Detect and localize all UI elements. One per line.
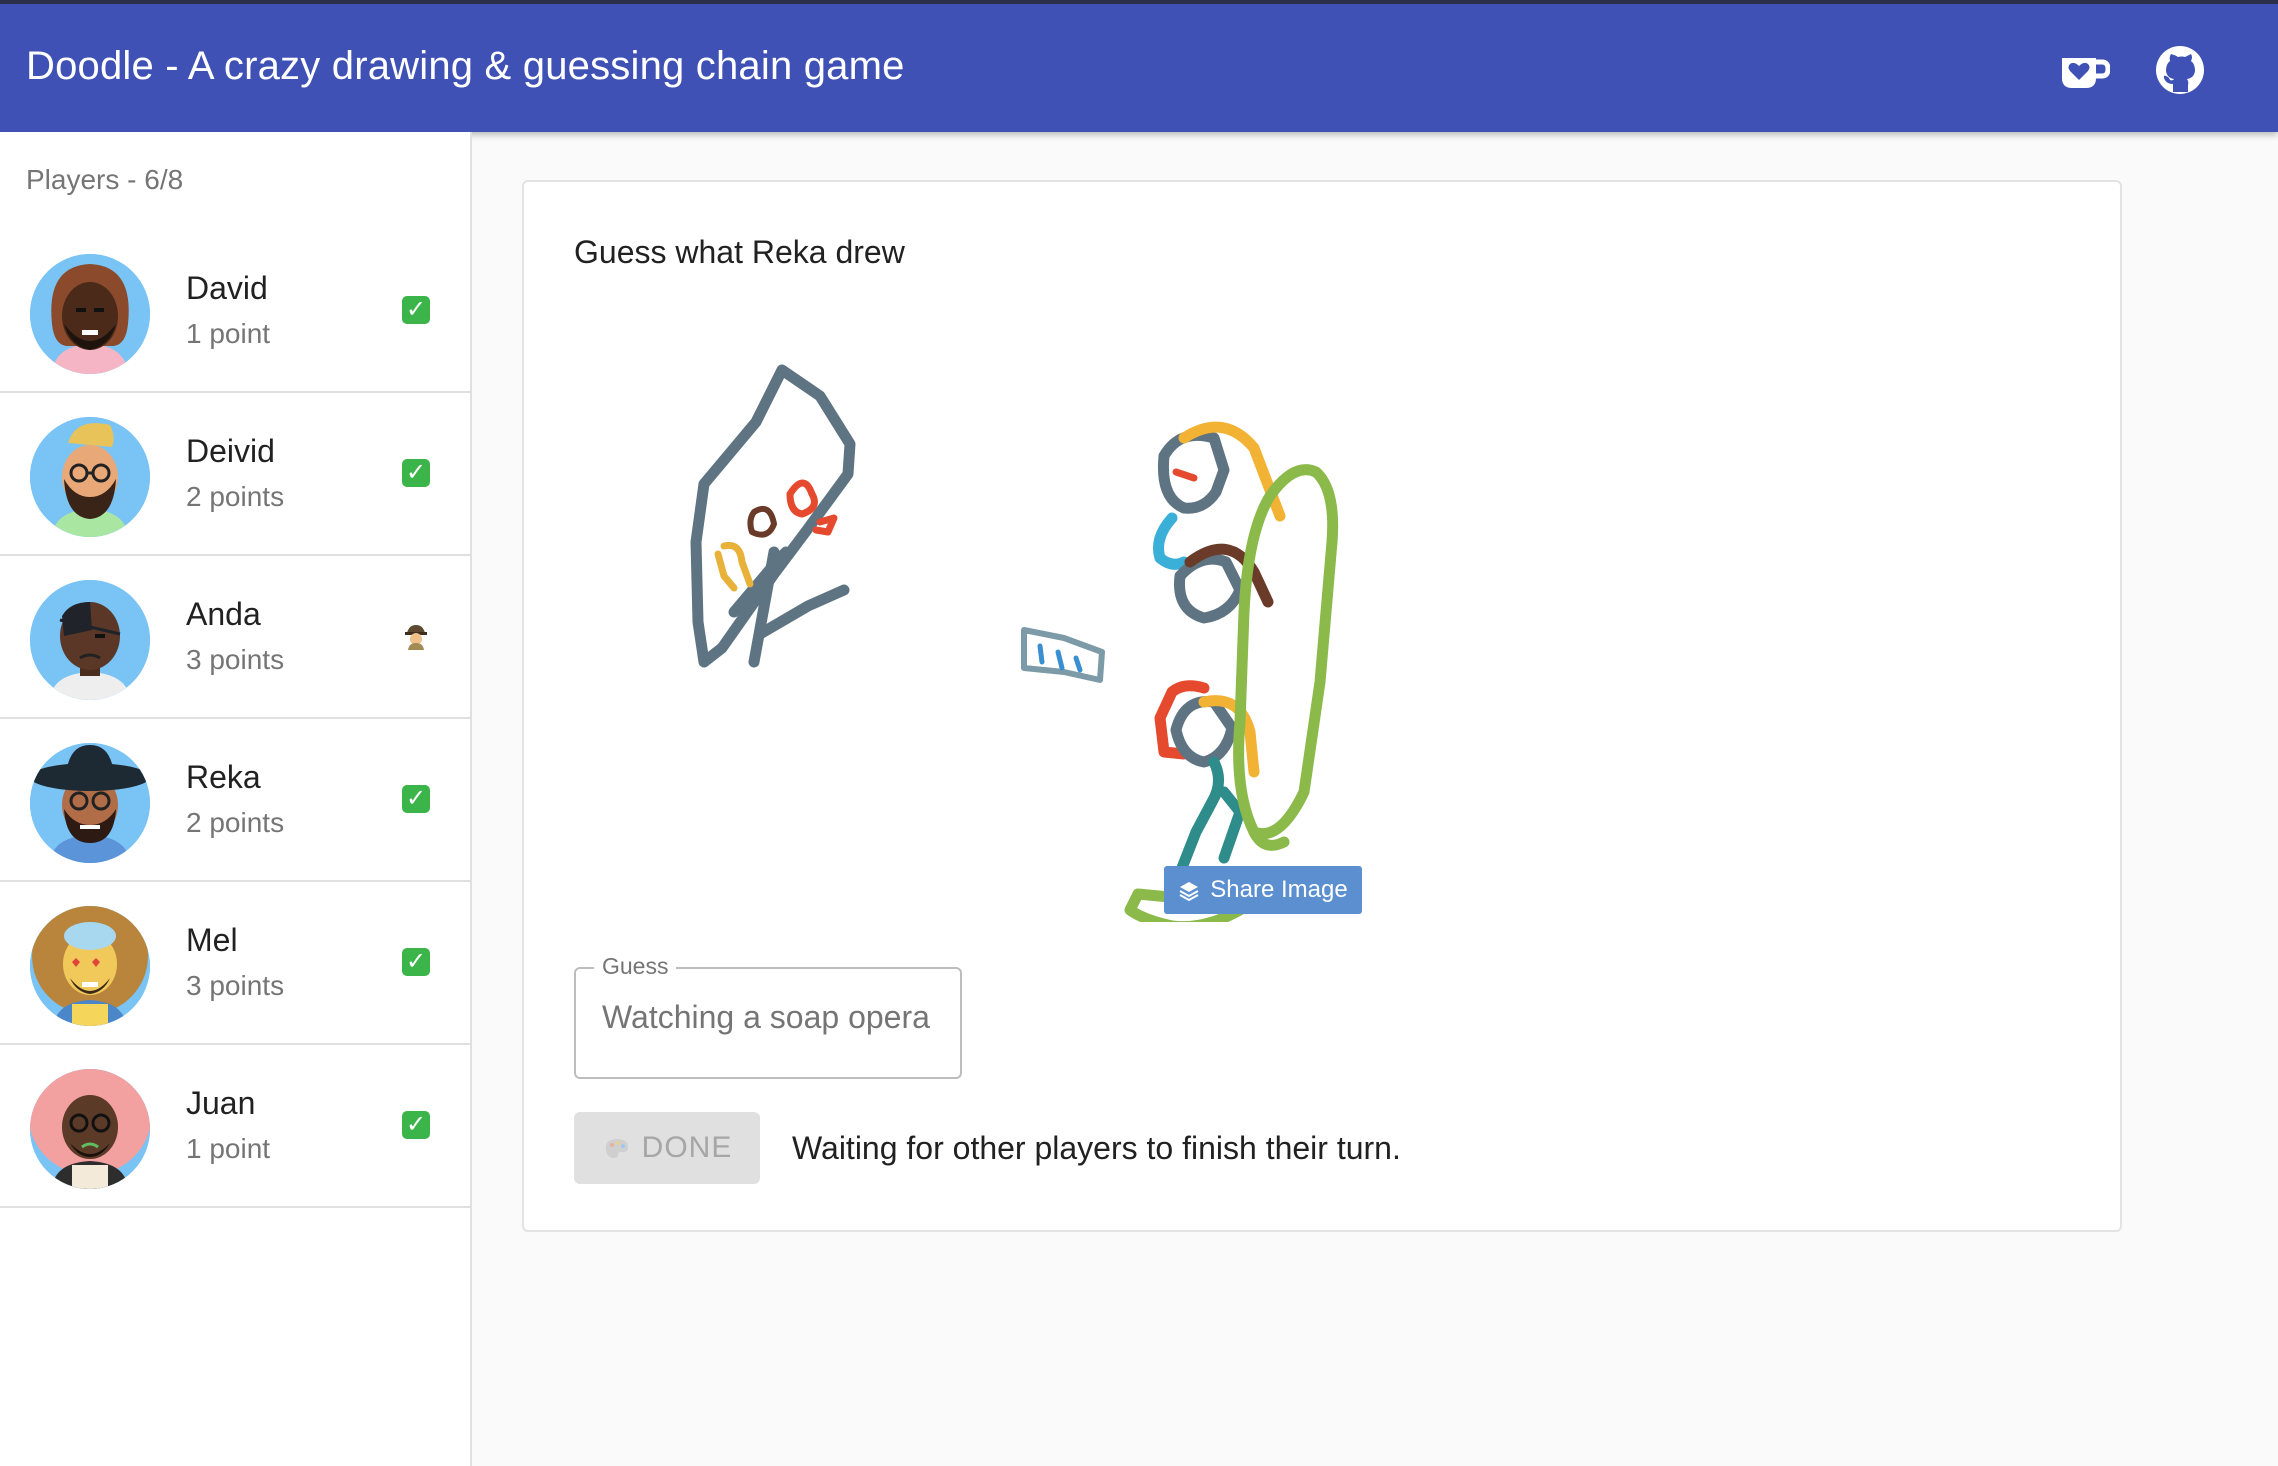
- avatar: [30, 743, 150, 863]
- player-name: Deivid: [186, 433, 275, 469]
- layers-icon: [1179, 882, 1199, 901]
- check-icon: ✓: [402, 296, 430, 324]
- drawing-canvas: [564, 362, 1464, 933]
- guess-field: Guess: [574, 953, 962, 1079]
- done-label: DONE: [641, 1131, 733, 1164]
- player-name: Mel: [186, 922, 238, 958]
- check-icon: ✓: [402, 948, 430, 976]
- guess-prompt: Guess what Reka drew: [574, 234, 905, 270]
- github-icon[interactable]: [2154, 44, 2206, 96]
- guess-input[interactable]: [602, 999, 942, 1036]
- player-points: 3 points: [186, 970, 285, 1001]
- player-name: Reka: [186, 759, 261, 795]
- players-sidebar: Players - 6/8 David 1 point ✓ Deivid 2 p…: [0, 132, 472, 1466]
- share-image-button[interactable]: Share Image: [1164, 866, 1362, 914]
- player-name: David: [186, 270, 268, 306]
- app-title: Doodle - A crazy drawing & guessing chai…: [26, 44, 905, 88]
- coffee-heart-icon[interactable]: [2058, 44, 2111, 96]
- guess-label: Guess: [594, 953, 677, 980]
- player-row: Deivid 2 points ✓: [0, 393, 470, 556]
- player-points: 1 point: [186, 318, 271, 349]
- avatar: [30, 254, 150, 374]
- player-points: 1 point: [186, 1133, 271, 1164]
- avatar: [30, 906, 150, 1026]
- player-row: Anda 3 points: [0, 556, 470, 719]
- player-points: 2 points: [186, 481, 285, 512]
- player-name: Juan: [186, 1085, 256, 1121]
- palette-icon: [605, 1139, 628, 1158]
- avatar: [30, 580, 150, 700]
- detective-icon: [402, 622, 430, 650]
- player-row: Mel 3 points ✓: [0, 882, 470, 1045]
- share-image-label: Share Image: [1210, 876, 1348, 903]
- player-points: 2 points: [186, 807, 285, 838]
- player-row: Juan 1 point ✓: [0, 1045, 470, 1208]
- player-row: David 1 point ✓: [0, 230, 470, 393]
- avatar: [30, 417, 150, 537]
- player-points: 3 points: [186, 644, 285, 675]
- done-button[interactable]: DONE: [574, 1112, 760, 1184]
- player-list: David 1 point ✓ Deivid 2 points ✓ Anda 3…: [0, 230, 470, 1208]
- player-name: Anda: [186, 596, 261, 632]
- player-row: Reka 2 points ✓: [0, 719, 470, 882]
- waiting-status-text: Waiting for other players to finish thei…: [792, 1130, 1401, 1166]
- check-icon: ✓: [402, 459, 430, 487]
- players-count-header: Players - 6/8: [26, 164, 184, 195]
- app-bar: Doodle - A crazy drawing & guessing chai…: [0, 0, 2278, 132]
- check-icon: ✓: [402, 1111, 430, 1139]
- avatar: [30, 1069, 150, 1189]
- check-icon: ✓: [402, 785, 430, 813]
- guess-card: Guess what Reka drew Share Image Guess W…: [522, 180, 2122, 1232]
